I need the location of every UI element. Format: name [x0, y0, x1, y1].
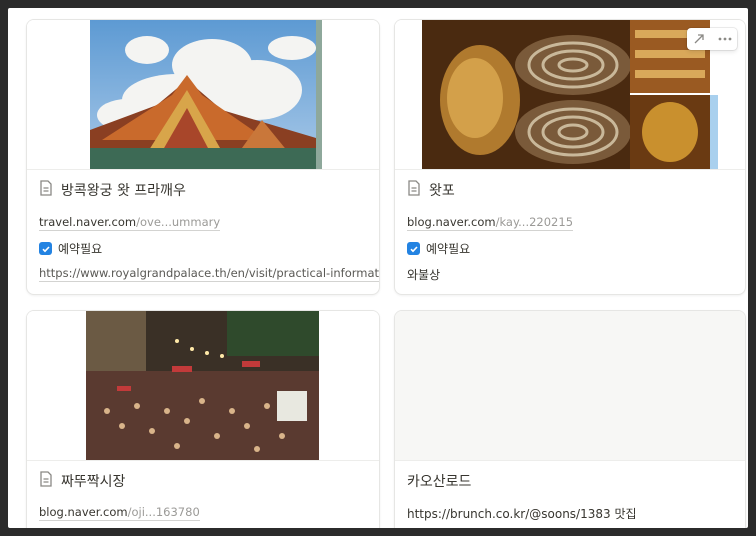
card-title[interactable]: 방콕왕궁 왓 프라깨우	[61, 180, 186, 200]
gallery-card-wat-pho[interactable]: 왓포 blog.naver.com/kay...220215 예약필요 와불상	[394, 19, 746, 295]
gallery-card-khaosan[interactable]: 카오산로드 https://brunch.co.kr/@soons/1383 맛…	[394, 310, 746, 528]
check-icon	[41, 245, 50, 252]
card-hover-toolbar	[687, 28, 737, 50]
card-title[interactable]: 짜뚜짝시장	[61, 471, 125, 491]
card-info-link[interactable]: https://www.royalgrandpalace.th/en/visit…	[39, 266, 379, 282]
url-domain: blog.naver.com	[407, 215, 496, 229]
card-url-link[interactable]: blog.naver.com/oji...163780	[39, 505, 200, 521]
chatuchak-market-photo	[27, 311, 379, 460]
url-domain: blog.naver.com	[39, 505, 128, 519]
page-icon	[39, 180, 53, 200]
url-path: /ove...ummary	[136, 215, 221, 229]
card-note: https://brunch.co.kr/@soons/1383 맛집	[407, 507, 637, 521]
page-icon	[407, 180, 421, 200]
reservation-checkbox[interactable]	[39, 242, 52, 255]
card-cover-image	[395, 20, 745, 170]
card-url-link[interactable]: blog.naver.com/kay...220215	[407, 215, 574, 231]
card-cover-image	[27, 20, 379, 170]
page-icon	[39, 471, 53, 491]
gallery-card-chatuchak[interactable]: 짜뚜짝시장 blog.naver.com/oji...163780	[26, 310, 380, 528]
card-cover-empty	[395, 311, 745, 461]
card-cover-image	[27, 311, 379, 461]
url-path: /kay...220215	[495, 215, 574, 229]
checkbox-label: 예약필요	[426, 242, 471, 256]
more-icon[interactable]	[713, 28, 737, 50]
url-path: /oji...163780	[127, 505, 200, 519]
card-note: 와불상	[407, 268, 441, 282]
check-icon	[409, 245, 418, 252]
card-url-link[interactable]: travel.naver.com/ove...ummary	[39, 215, 221, 231]
gallery-card-grand-palace[interactable]: 방콕왕궁 왓 프라깨우 travel.naver.com/ove...ummar…	[26, 19, 380, 295]
checkbox-label: 예약필요	[58, 242, 103, 256]
card-title[interactable]: 왓포	[429, 180, 455, 200]
gallery-view: 방콕왕궁 왓 프라깨우 travel.naver.com/ove...ummar…	[8, 8, 748, 528]
open-icon[interactable]	[687, 28, 711, 50]
reservation-checkbox[interactable]	[407, 242, 420, 255]
card-title[interactable]: 카오산로드	[407, 471, 471, 491]
url-domain: travel.naver.com	[39, 215, 137, 229]
grand-palace-photo	[27, 20, 379, 169]
